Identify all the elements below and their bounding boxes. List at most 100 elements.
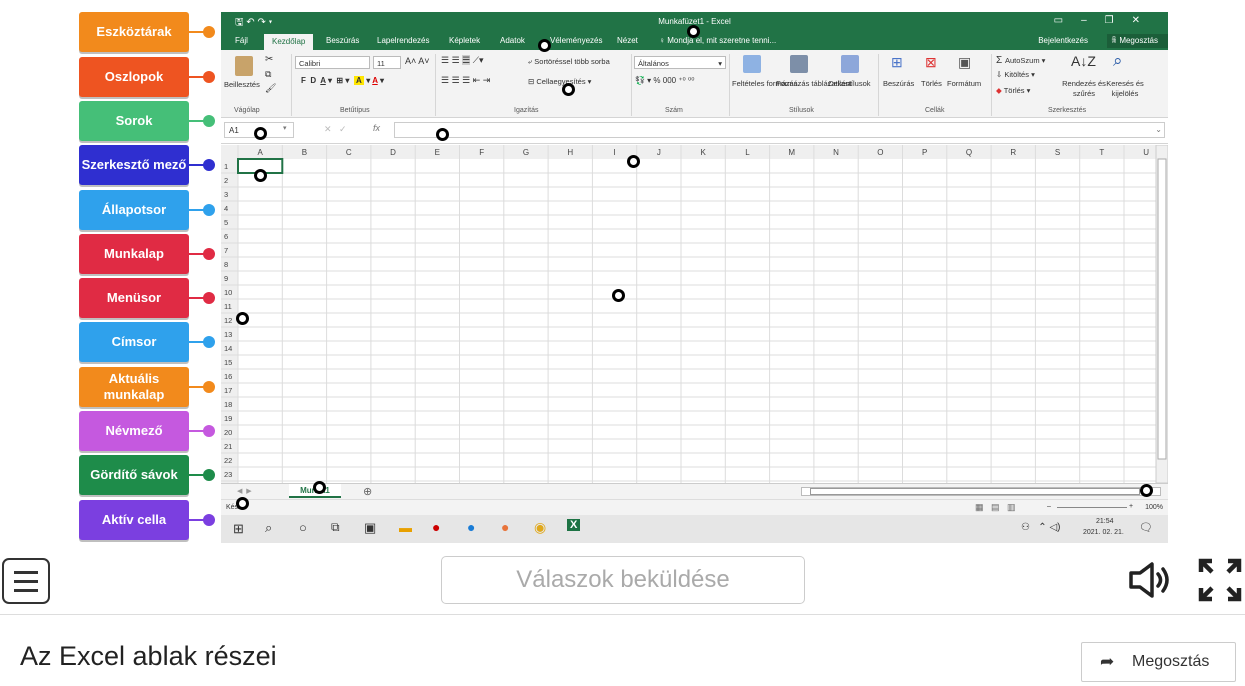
align-top-icons: ☰ ☰ ☰ ⟋▾ [441,55,484,65]
speaker-icon[interactable] [1128,561,1174,599]
column-header: T [1099,148,1104,157]
activity-stage: Eszköztárak Oszlopok Sorok Szerkesztő mező Á… [0,0,1245,686]
label-tile-text: Szerkesztő mező [81,157,187,172]
connector-dot [203,469,215,481]
separator [631,54,632,116]
insert-cells-icon: ⊞ [891,54,903,70]
drop-target[interactable] [687,25,700,38]
expand-formula-icon: ⌄ [1155,125,1162,134]
drop-target[interactable] [562,83,575,96]
start-icon: ⊞ [233,521,244,536]
menu-button[interactable] [2,558,50,604]
column-header: J [657,148,661,157]
connector-dot [203,381,215,393]
row-header: 21 [224,442,232,451]
label-tile[interactable]: Gördítő sávok [79,455,215,495]
share-button-label: Megosztás [1132,653,1210,670]
group-label: Stílusok [789,107,814,114]
zoom-slider [1057,507,1127,508]
formula-bar: A1 ▾ ✕ ✓ fx ⌄ [221,118,1168,144]
row-header: 15 [224,358,232,367]
font-name-value: Calibri [299,59,321,68]
column-header: I [613,148,615,157]
sort-filter-icon: A↓Z [1071,53,1096,69]
drop-target[interactable] [236,497,249,510]
drop-target[interactable] [612,289,625,302]
row-header: 17 [224,386,232,395]
row-header: 4 [224,204,228,213]
tab-view: Nézet [617,36,638,45]
drop-target[interactable] [538,39,551,52]
drop-target[interactable] [1140,484,1153,497]
column-header: Q [966,148,972,157]
row-header: 11 [224,302,232,311]
label-tile[interactable]: Oszlopok [79,57,215,97]
label-tile-text: Névmező [105,423,163,438]
windows-taskbar: ⊞ ⌕ ○ ⧉ ▣ ▬ ● ● ● ◉ X ⚇ ⌃ ◁) 21:54 2021.… [221,515,1168,543]
tell-me-text: Mondja el, mit szeretne tenni... [667,36,777,45]
insert-label: Beszúrás [883,79,915,88]
wrap-label: Sortöréssel több sorba [534,57,610,66]
app-icon: ● [501,519,510,535]
zoom-out-icon: – [1047,503,1051,510]
row-header: 14 [224,344,232,353]
connector-dot [203,292,215,304]
autosum-button: Σ AutoSzum ▾ [996,55,1046,66]
drop-target[interactable] [236,312,249,325]
label-tile[interactable]: Címsor [79,322,215,362]
label-tile[interactable]: Menüsor [79,278,215,318]
row-header: 9 [224,274,228,283]
label-tile-text: Menüsor [106,290,162,305]
font-size-box: 11 [373,56,401,69]
sort-label: Rendezés és szűrés [1062,79,1106,98]
row-header: 19 [224,414,232,423]
column-header: G [523,148,529,157]
excel-window: 🖫 ↶ ↷ ▾ Munkafüzet1 - Excel ▭–❐✕ Fájl Ke… [221,12,1168,543]
label-tile[interactable]: Eszköztárak [79,12,215,52]
column-header: C [346,148,352,157]
fx-icon: fx [373,123,381,133]
drop-target[interactable] [254,169,267,182]
horizontal-scroll-thumb [810,488,1140,495]
label-tile[interactable]: Állapotsor [79,190,215,230]
label-tile[interactable]: Névmező [79,411,215,451]
column-header: U [1143,148,1149,157]
row-header: 3 [224,190,228,199]
label-tile[interactable]: Aktuális munkalap [79,367,215,407]
row-header: 7 [224,246,228,255]
label-tile-text: Eszköztárak [96,24,172,39]
column-header: S [1055,148,1060,157]
connector-dot [203,71,215,83]
drop-target[interactable] [436,128,449,141]
tab-insert: Beszúrás [326,36,360,45]
ribbon-toolbar: Beillesztés ✂ ⧉ 🖌 Calibri 11 A˄ A˅ F D A… [221,50,1168,118]
column-header: O [877,148,883,157]
drop-target[interactable] [254,127,267,140]
number-format-box: Általános ▾ [634,56,726,69]
drop-target[interactable] [627,155,640,168]
sheet-tab-bar: ◀ ▶ Munka1 ⊕ [221,483,1168,499]
fullscreen-icon[interactable] [1198,558,1242,602]
divider [0,614,1245,615]
label-tile[interactable]: Sorok [79,101,215,141]
app-icon: ● [432,519,441,535]
name-box-value: A1 [229,126,239,135]
sigma-icon: Σ [996,55,1005,66]
connector-dot [203,514,215,526]
column-header: L [745,148,750,157]
menu-line [14,571,38,574]
label-tile-text: Munkalap [104,246,164,261]
label-tile[interactable]: Aktív cella [79,500,215,540]
cell-styles-icon [841,55,859,73]
label-tile[interactable]: Munkalap [79,234,215,274]
submit-answers-button[interactable]: Válaszok beküldése [441,556,805,604]
merge-label: Cellaegyesítés [536,77,586,86]
status-bar: Kész ▦ ▤ ▥ – + 100% [221,499,1168,515]
drop-target[interactable] [313,481,326,494]
paste-icon [235,56,253,76]
group-label: Szám [665,107,683,114]
share-button[interactable]: ➦ Megosztás [1081,642,1236,682]
column-header: E [435,148,440,157]
label-tile[interactable]: Szerkesztő mező [79,145,215,185]
label-tile-text: Címsor [111,334,157,349]
